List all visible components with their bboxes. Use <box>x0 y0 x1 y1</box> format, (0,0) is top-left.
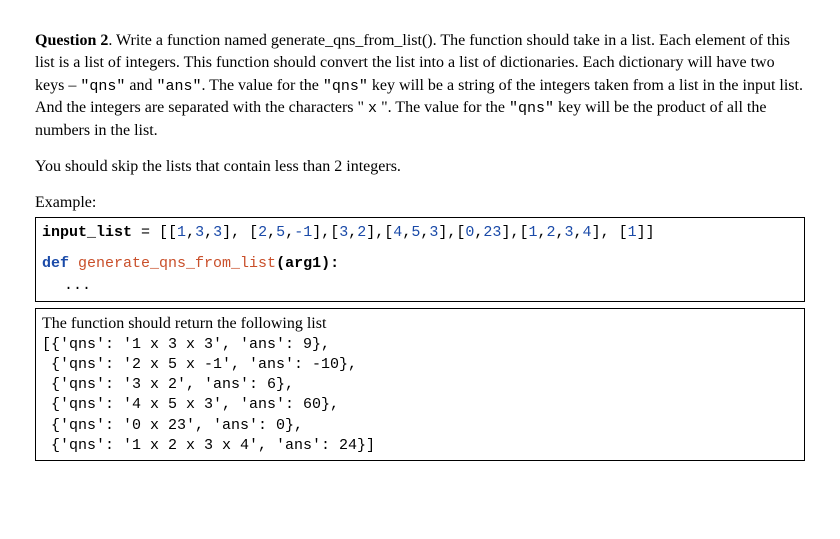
comma: , <box>556 224 565 241</box>
expected-output-box: The function should return the following… <box>35 308 805 461</box>
function-args: (arg1): <box>276 255 339 272</box>
def-line: def generate_qns_from_list(arg1): <box>42 253 798 275</box>
comma: , <box>420 224 429 241</box>
blank-line <box>42 243 798 253</box>
seg: ], [ <box>222 224 258 241</box>
output-line-4: {'qns': '4 x 5 x 3', 'ans': 60}, <box>42 395 798 415</box>
num: 1 <box>628 224 637 241</box>
num: 5 <box>276 224 285 241</box>
seg: ],[ <box>312 224 339 241</box>
output-line-5: {'qns': '0 x 23', 'ans': 0}, <box>42 416 798 436</box>
bracket-close: ]] <box>637 224 655 241</box>
num: 23 <box>483 224 501 241</box>
code-inline-qns-3: "qns" <box>509 100 554 117</box>
num: 3 <box>213 224 222 241</box>
code-example-box: input_list = [[1,3,3], [2,5,-1],[3,2],[4… <box>35 217 805 302</box>
question-number: Question 2 <box>35 32 108 49</box>
comma: , <box>204 224 213 241</box>
comma: , <box>348 224 357 241</box>
num: 3 <box>195 224 204 241</box>
ellipsis-line: ... <box>42 275 798 297</box>
function-name: generate_qns_from_list <box>69 255 276 272</box>
skip-instruction: You should skip the lists that contain l… <box>35 156 805 178</box>
keyword-def: def <box>42 255 69 272</box>
seg: ],[ <box>366 224 393 241</box>
output-line-2: {'qns': '2 x 5 x -1', 'ans': -10}, <box>42 355 798 375</box>
num: 2 <box>258 224 267 241</box>
output-line-6: {'qns': '1 x 2 x 3 x 4', 'ans': 24}] <box>42 436 798 456</box>
num: 2 <box>357 224 366 241</box>
code-inline-ans: "ans" <box>156 78 201 95</box>
seg: ], [ <box>592 224 628 241</box>
num: -1 <box>294 224 312 241</box>
comma: , <box>186 224 195 241</box>
output-intro: The function should return the following… <box>42 313 798 335</box>
num: 3 <box>339 224 348 241</box>
output-line-1: [{'qns': '1 x 3 x 3', 'ans': 9}, <box>42 335 798 355</box>
code-inline-x: x <box>368 100 377 117</box>
prompt-mid-2: . The value for the <box>201 77 322 94</box>
seg: ],[ <box>438 224 465 241</box>
equals: = <box>132 224 159 241</box>
question-prompt: Question 2. Write a function named gener… <box>35 30 805 142</box>
prompt-mid-1: and <box>125 77 156 94</box>
code-inline-qns-2: "qns" <box>323 78 368 95</box>
num: 2 <box>546 224 555 241</box>
num: 4 <box>393 224 402 241</box>
ellipsis: ... <box>42 275 91 297</box>
num: 4 <box>583 224 592 241</box>
num: 5 <box>411 224 420 241</box>
num: 1 <box>177 224 186 241</box>
comma: , <box>267 224 276 241</box>
seg: ],[ <box>501 224 528 241</box>
comma: , <box>402 224 411 241</box>
prompt-mid-4: ". The value for the <box>377 99 509 116</box>
example-label: Example: <box>35 192 805 214</box>
comma: , <box>574 224 583 241</box>
comma: , <box>285 224 294 241</box>
output-line-3: {'qns': '3 x 2', 'ans': 6}, <box>42 375 798 395</box>
code-inline-qns-1: "qns" <box>80 78 125 95</box>
bracket-open: [[ <box>159 224 177 241</box>
num: 3 <box>565 224 574 241</box>
input-list-line: input_list = [[1,3,3], [2,5,-1],[3,2],[4… <box>42 222 798 244</box>
var-name: input_list <box>42 224 132 241</box>
